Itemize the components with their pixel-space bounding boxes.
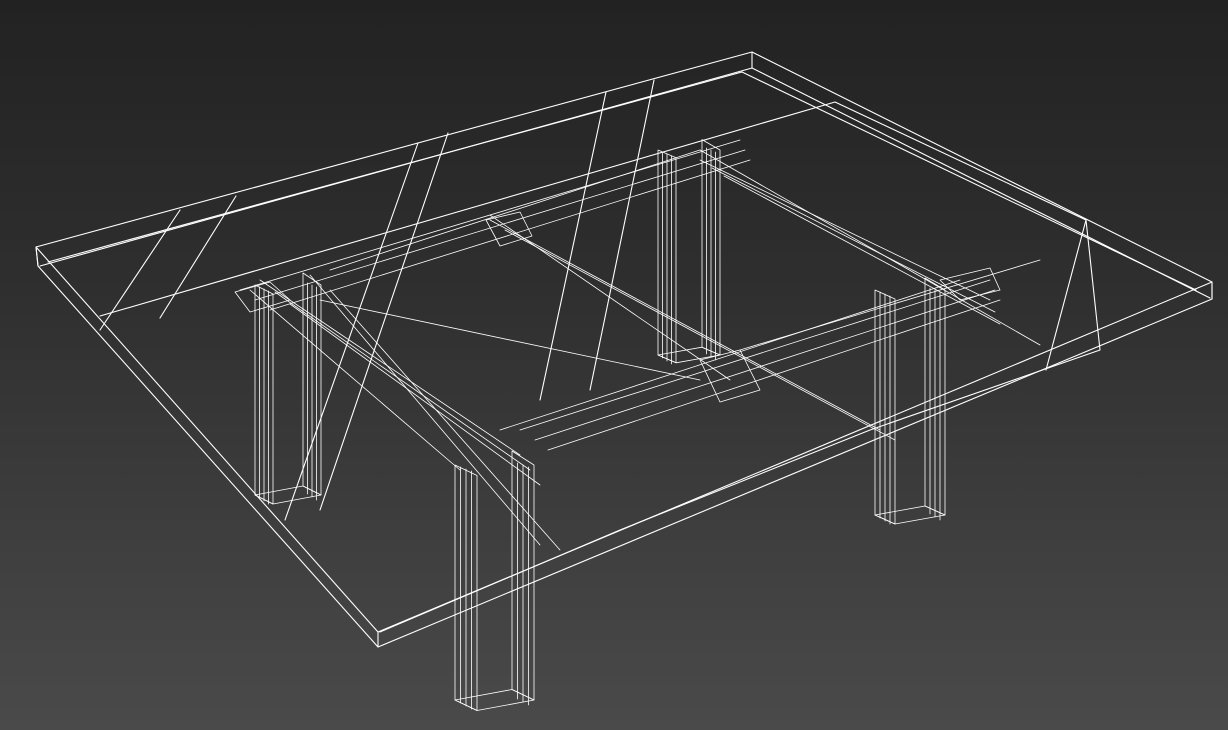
- frame-rail-edge: [329, 149, 701, 271]
- leg-back-left-foot: [254, 485, 322, 505]
- frame-rail-edge: [249, 289, 461, 471]
- tabletop-left-corner-edge: [35, 246, 39, 267]
- frame-rail-edge: [534, 289, 996, 441]
- frame-rail-edge: [329, 289, 561, 551]
- tabletop-wireframe: [35, 51, 1213, 648]
- 3d-viewport[interactable]: [0, 0, 1228, 730]
- tabletop-panel-seam: [539, 91, 607, 401]
- frame-rail-edge: [274, 291, 531, 471]
- tabletop-top-edge: [35, 51, 1213, 283]
- tabletop-panel-seam: [159, 195, 237, 319]
- frame-rail-edge: [499, 279, 961, 431]
- wireframe-model[interactable]: [0, 0, 1228, 730]
- frame-rail-edge: [259, 279, 521, 456]
- tabletop-panel-seam: [319, 132, 449, 511]
- tabletop-panel-seam: [589, 79, 655, 391]
- tabletop-inner-lip: [47, 71, 1197, 291]
- frame-rail-wireframe: [234, 139, 1041, 551]
- frame-rail-edge: [289, 303, 541, 486]
- tabletop-back-lip: [39, 67, 1211, 299]
- frame-rail-edge: [489, 214, 731, 381]
- frame-rail-edge: [504, 229, 896, 441]
- tabletop-panel-seam: [284, 142, 419, 521]
- tabletop-left-top-edge: [35, 246, 379, 633]
- frame-rail-edge: [699, 149, 1041, 346]
- frame-rail-edge: [699, 159, 991, 301]
- frame-rail-edge: [519, 279, 991, 431]
- frame-rail-edge: [723, 175, 1001, 325]
- tabletop-inner-frame: [99, 101, 1101, 633]
- frame-rail-edge: [711, 167, 996, 313]
- frame-rail-edge: [319, 299, 701, 381]
- leg-front-right-foot: [874, 505, 946, 525]
- leg-front-left-foot: [454, 689, 535, 711]
- tabletop-panel-seam: [1045, 219, 1087, 371]
- frame-rail-edge: [309, 274, 541, 546]
